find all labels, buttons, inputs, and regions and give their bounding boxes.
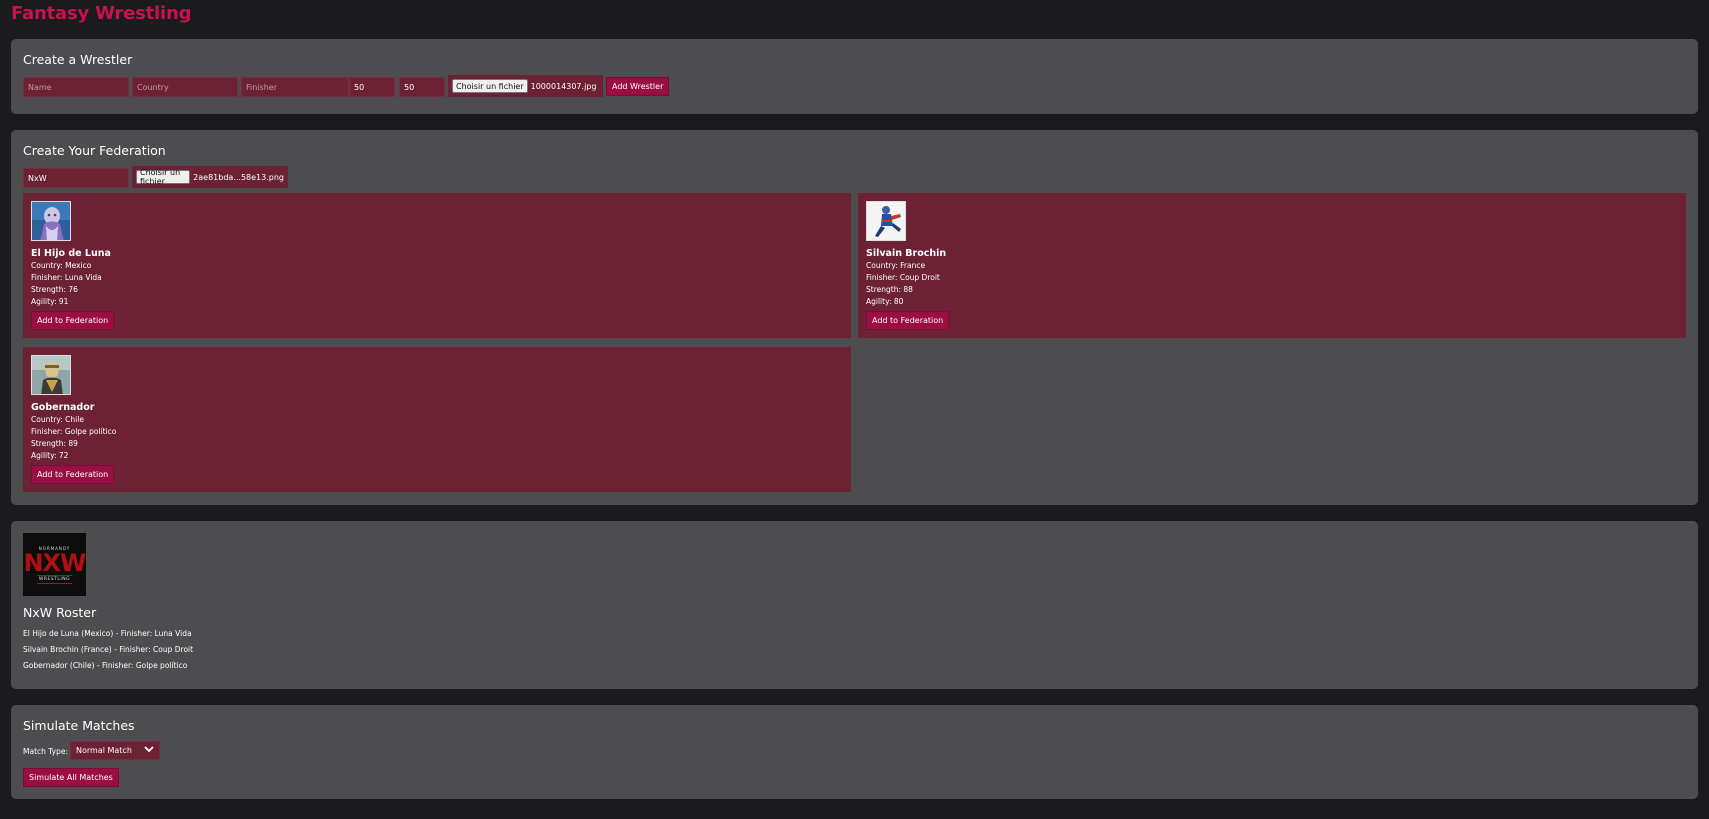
create-federation-panel: Create Your Federation NxW Choisir un fi… <box>11 130 1698 505</box>
wrestler-country: Country: France <box>866 261 926 270</box>
wrestler-finisher: Finisher: Coup Droit <box>866 273 940 282</box>
federation-logo-upload[interactable]: Choisir un fichier 2ae81bda...58e13.png <box>132 166 288 188</box>
wrestler-country: Country: Mexico <box>31 261 92 270</box>
logo-bottom-text: WRESTLING <box>36 574 73 584</box>
wrestler-name: Silvain Brochin <box>866 248 947 259</box>
wrestler-agility-input[interactable]: 50 <box>399 77 445 97</box>
wrestler-card: Silvain Brochin Country: France Finisher… <box>858 193 1686 338</box>
wrestler-card: El Hijo de Luna Country: Mexico Finisher… <box>23 193 851 338</box>
create-wrestler-panel: Create a Wrestler Name Country Finisher … <box>11 39 1698 114</box>
wrestler-name: Gobernador <box>31 402 95 413</box>
selected-file-name: 1000014307.jpg <box>530 81 597 91</box>
wrestler-image-upload[interactable]: Choisir un fichier 1000014307.jpg <box>448 75 603 97</box>
wrestler-name-input[interactable]: Name <box>23 77 129 97</box>
roster-panel: NORMANDY NXW WRESTLING NxW Roster El Hij… <box>11 521 1698 689</box>
choose-file-button[interactable]: Choisir un fichier <box>136 168 191 186</box>
wrestler-agility: Agility: 80 <box>866 297 904 306</box>
wrestler-name: El Hijo de Luna <box>31 248 111 259</box>
federation-name-input[interactable]: NxW <box>23 168 129 188</box>
wrestler-finisher-input[interactable]: Finisher <box>241 77 349 97</box>
wrestler-agility: Agility: 72 <box>31 451 69 460</box>
create-wrestler-heading: Create a Wrestler <box>23 52 133 67</box>
wrestler-strength-input[interactable]: 50 <box>349 77 395 97</box>
simulate-panel: Simulate Matches Match Type: Normal Matc… <box>11 705 1698 799</box>
add-to-federation-button[interactable]: Add to Federation <box>31 311 115 330</box>
wrestler-avatar <box>31 355 71 395</box>
selected-file-name: 2ae81bda...58e13.png <box>193 172 284 182</box>
roster-item: El Hijo de Luna (Mexico) - Finisher: Lun… <box>23 629 192 638</box>
wrestler-card: Gobernador Country: Chile Finisher: Golp… <box>23 347 851 492</box>
wrestler-country-input[interactable]: Country <box>132 77 238 97</box>
chevron-down-icon <box>144 746 154 755</box>
add-to-federation-button[interactable]: Add to Federation <box>31 465 115 484</box>
create-federation-heading: Create Your Federation <box>23 143 166 158</box>
wrestler-strength: Strength: 76 <box>31 285 78 294</box>
wrestler-strength: Strength: 89 <box>31 439 78 448</box>
simulate-heading: Simulate Matches <box>23 718 135 733</box>
wrestler-country: Country: Chile <box>31 415 84 424</box>
wrestler-avatar <box>31 201 71 241</box>
wrestler-finisher: Finisher: Luna Vida <box>31 273 102 282</box>
wrestler-finisher: Finisher: Golpe político <box>31 427 117 436</box>
wrestler-avatar <box>866 201 906 241</box>
federation-logo: NORMANDY NXW WRESTLING <box>23 533 87 596</box>
choose-file-button[interactable]: Choisir un fichier <box>452 79 528 93</box>
match-type-label: Match Type: <box>23 747 69 756</box>
simulate-all-matches-button[interactable]: Simulate All Matches <box>23 768 119 787</box>
match-type-value: Normal Match <box>76 746 132 755</box>
roster-heading: NxW Roster <box>23 605 97 620</box>
roster-item: Gobernador (Chile) - Finisher: Golpe pol… <box>23 661 188 670</box>
page-title: Fantasy Wrestling <box>11 3 192 24</box>
wrestler-agility: Agility: 91 <box>31 297 69 306</box>
add-to-federation-button[interactable]: Add to Federation <box>866 311 950 330</box>
wrestler-strength: Strength: 88 <box>866 285 913 294</box>
logo-main-text: NXW <box>23 548 86 577</box>
match-type-select[interactable]: Normal Match <box>70 741 160 760</box>
add-wrestler-button[interactable]: Add Wrestler <box>606 77 670 96</box>
roster-item: Silvain Brochin (France) - Finisher: Cou… <box>23 645 194 654</box>
